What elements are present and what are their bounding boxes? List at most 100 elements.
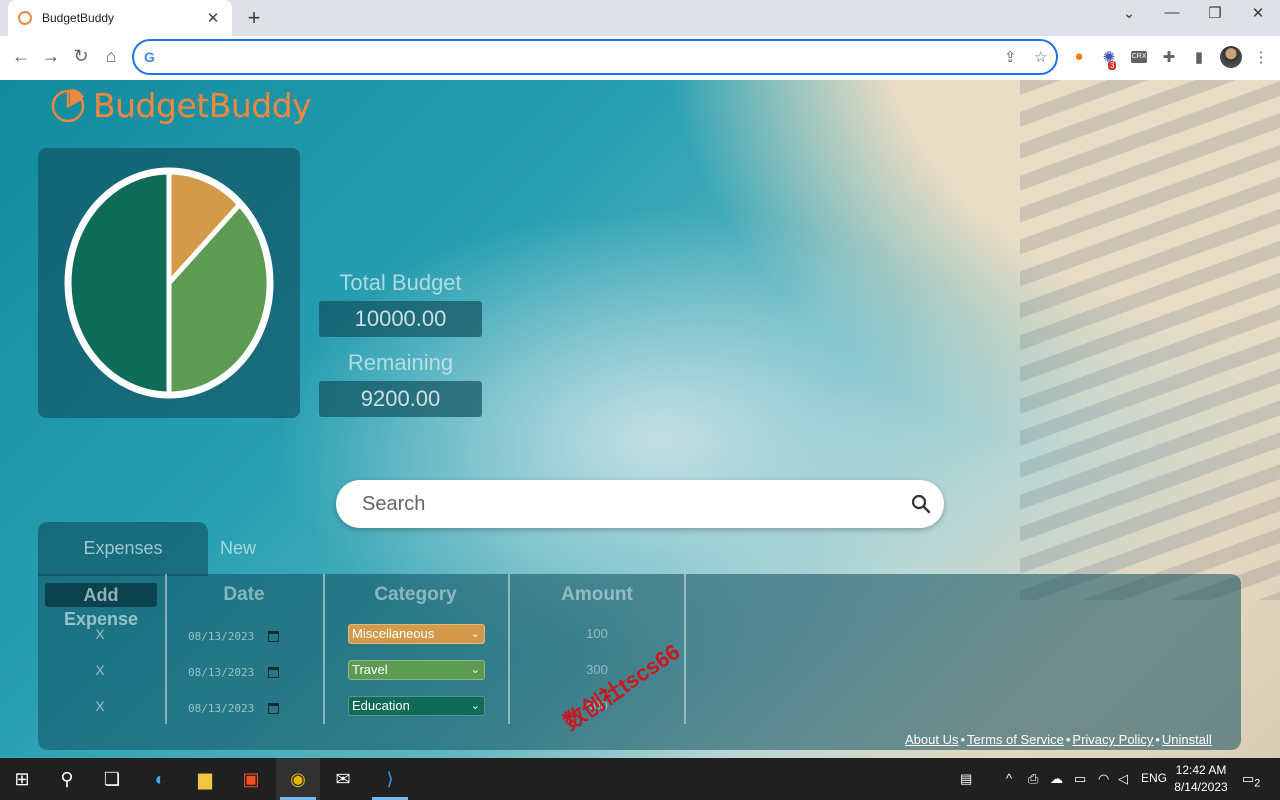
clock-time: 12:42 AM	[1175, 763, 1227, 777]
browser-toolbar: ← → ↻ ⌂ G ⇪ ☆ ● ✺ 3 CRX ✚ ▮ ⋮	[0, 36, 1280, 80]
terms-of-service-link[interactable]: Terms of Service	[967, 732, 1064, 747]
footer-separator: •	[960, 732, 966, 747]
tab-search-icon[interactable]: ⌄	[1117, 4, 1141, 22]
onedrive-icon[interactable]: ☁	[1050, 771, 1063, 787]
category-column-header: Category	[374, 584, 457, 605]
date-field[interactable]: 08/13/2023	[188, 698, 300, 718]
address-input[interactable]	[166, 47, 986, 67]
chevron-down-icon: ⌄	[470, 700, 480, 712]
task-view-icon[interactable]: ❏	[99, 767, 125, 791]
notification-count: 2	[1254, 777, 1261, 790]
tab-new[interactable]: New	[208, 522, 268, 574]
search-input[interactable]	[362, 492, 862, 516]
minimize-button[interactable]: —	[1160, 4, 1184, 21]
date-value: 08/13/2023	[188, 665, 255, 679]
crx-extension-icon[interactable]: CRX	[1131, 51, 1147, 63]
budgetbuddy-page: BudgetBuddy Total Budget 10000.00 Remain…	[0, 80, 1280, 758]
search-icon[interactable]	[910, 493, 932, 515]
total-budget-label: Total Budget	[339, 270, 462, 295]
category-value: Miscellaneous	[352, 626, 435, 641]
mail-icon[interactable]: ✉	[330, 767, 356, 791]
more-menu-icon[interactable]: ⋮	[1250, 48, 1272, 66]
volume-icon[interactable]: ◁	[1118, 771, 1128, 787]
address-bar[interactable]: G ⇪ ☆	[132, 39, 1058, 75]
close-tab-icon[interactable]: ✕	[204, 9, 222, 27]
amount-column-header: Amount	[561, 584, 633, 605]
extensions-puzzle-icon[interactable]: ✚	[1158, 48, 1180, 66]
back-icon[interactable]: ←	[10, 46, 32, 67]
date-field[interactable]: 08/13/2023	[188, 626, 300, 646]
delete-expense-button[interactable]: X	[90, 626, 110, 642]
home-icon[interactable]: ⌂	[100, 46, 122, 67]
date-field[interactable]: 08/13/2023	[188, 662, 300, 682]
add-expense-button[interactable]: Add Expense	[45, 583, 157, 629]
side-panel-icon[interactable]: ▮	[1188, 48, 1210, 66]
calendar-icon[interactable]	[268, 702, 280, 714]
restore-button[interactable]: ❐	[1203, 4, 1227, 22]
tab-expenses[interactable]: Expenses	[38, 522, 208, 576]
pie-slice-education	[66, 169, 172, 397]
edge-browser-icon[interactable]: ◐	[147, 767, 173, 791]
category-select[interactable]: Education ⌄	[348, 696, 485, 716]
taskbar-search-icon[interactable]: ⚲	[54, 767, 80, 791]
close-window-button[interactable]: ✕	[1246, 4, 1270, 22]
category-select[interactable]: Travel ⌄	[348, 660, 485, 680]
uninstall-link[interactable]: Uninstall	[1162, 732, 1212, 747]
extension-badge: 3	[1108, 61, 1117, 70]
wifi-icon[interactable]: ◠	[1098, 771, 1109, 787]
background-palm-shadow	[1020, 80, 1280, 600]
budgetbuddy-favicon-icon	[18, 11, 32, 25]
table-row: X 08/13/2023 Education ⌄ 400	[38, 696, 738, 720]
privacy-policy-link[interactable]: Privacy Policy	[1072, 732, 1153, 747]
expense-pie-chart	[64, 167, 274, 399]
extension-flame-icon[interactable]: ●	[1068, 48, 1090, 65]
chrome-browser-icon[interactable]: ◉	[285, 767, 311, 791]
remaining-value: 9200.00	[319, 381, 482, 417]
chevron-down-icon: ⌄	[470, 664, 480, 676]
forward-icon[interactable]: →	[40, 46, 62, 67]
windows-taskbar: ⊞ ⚲ ❏ ◐ ▆ ▣ ◉ ✉ ⟩ ▤ ^ ⎙ ☁ ▭ ◠ ◁ ENG 12:4…	[0, 758, 1280, 800]
budget-chart-card	[38, 148, 300, 418]
clock-date: 8/14/2023	[1174, 780, 1228, 794]
footer-separator: •	[1155, 732, 1160, 747]
calendar-icon[interactable]	[268, 666, 280, 678]
category-value: Travel	[352, 662, 388, 677]
date-value: 08/13/2023	[188, 629, 255, 643]
calendar-icon[interactable]	[268, 630, 280, 642]
profile-avatar[interactable]	[1220, 46, 1242, 68]
new-tab-button[interactable]: +	[244, 5, 264, 31]
amount-value[interactable]: 100	[558, 626, 636, 641]
file-explorer-icon[interactable]: ▆	[192, 767, 218, 791]
tab-title: BudgetBuddy	[42, 11, 115, 25]
system-clock[interactable]: 12:42 AM 8/14/2023	[1170, 762, 1232, 796]
delete-expense-button[interactable]: X	[90, 698, 110, 714]
date-value: 08/13/2023	[188, 701, 255, 715]
windows-start-icon[interactable]: ⊞	[9, 767, 35, 791]
device-icon[interactable]: ⎙	[1028, 771, 1038, 787]
search-bar	[336, 480, 944, 528]
battery-icon[interactable]: ▭	[1074, 771, 1086, 787]
brand-name: BudgetBuddy	[93, 86, 312, 125]
show-hidden-icons[interactable]: ^	[1006, 771, 1012, 786]
total-budget-value: 10000.00	[319, 301, 482, 337]
table-row: X 08/13/2023 Miscellaneous ⌄ 100	[38, 624, 738, 648]
reload-icon[interactable]: ↻	[70, 46, 92, 67]
date-column-header: Date	[223, 584, 265, 605]
language-indicator[interactable]: ENG	[1141, 771, 1167, 785]
vscode-icon[interactable]: ⟩	[377, 767, 403, 791]
pie-logo-icon	[51, 88, 85, 122]
share-icon[interactable]: ⇪	[1004, 48, 1017, 66]
delete-expense-button[interactable]: X	[90, 662, 110, 678]
notification-icon[interactable]: ▭2	[1242, 771, 1260, 790]
footer-separator: •	[1065, 732, 1071, 747]
footer-links: About Us • Terms of Service • Privacy Policy…	[905, 732, 1212, 747]
about-us-link[interactable]: About Us	[905, 732, 958, 747]
brand-logo: BudgetBuddy	[50, 86, 312, 125]
microsoft-store-icon[interactable]: ▣	[238, 767, 264, 791]
remaining-label: Remaining	[347, 350, 454, 375]
news-widget-icon[interactable]: ▤	[960, 771, 972, 787]
browser-tab-strip: BudgetBuddy ✕ + ⌄ — ❐ ✕	[0, 0, 1280, 36]
bookmark-star-icon[interactable]: ☆	[1034, 48, 1047, 66]
category-select[interactable]: Miscellaneous ⌄	[348, 624, 485, 644]
browser-tab[interactable]: BudgetBuddy ✕	[8, 0, 232, 36]
